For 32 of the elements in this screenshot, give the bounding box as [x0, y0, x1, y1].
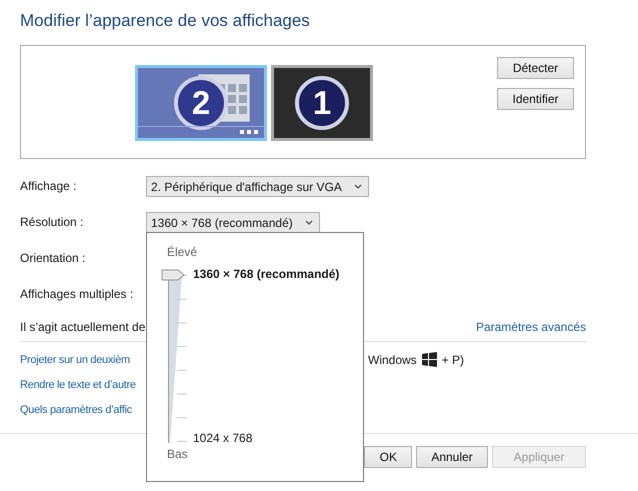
monitor-number: 2 [174, 76, 228, 130]
chevron-icon [354, 184, 362, 189]
help-link[interactable]: Quels paramètres d’affic [20, 404, 132, 416]
panel-button[interactable]: Détecter [497, 57, 574, 79]
low-label: Bas [167, 447, 189, 461]
panel-button[interactable]: Identifier [497, 88, 574, 110]
shortcut-text: + P) [442, 352, 464, 366]
dialog-button[interactable]: Annuler [416, 446, 488, 468]
shortcut-text: Windows [368, 352, 417, 366]
max-resolution: 1360 × 768 (recommandé) [193, 267, 340, 281]
monitor-tile[interactable]: 2 [135, 65, 267, 141]
help-link[interactable]: Rendre le texte et d’autre [20, 378, 136, 390]
monitor-number: 1 [295, 76, 349, 130]
monitor-tile[interactable]: 1 [271, 65, 373, 141]
setting-label: Orientation : [20, 250, 86, 265]
dropdown[interactable]: 1360 × 768 (recommandé) [146, 212, 320, 233]
help-link[interactable]: Projeter sur un deuxièm [20, 354, 130, 366]
dialog-button[interactable]: OK [364, 446, 412, 468]
setting-label: Affichages multiples : [20, 286, 134, 301]
advanced-link[interactable]: Paramètres avancés [476, 320, 586, 334]
min-resolution: 1024 x 768 [193, 431, 252, 445]
dropdown[interactable]: 2. Périphérique d'affichage sur VGA [146, 176, 369, 197]
resolution-slider[interactable] [161, 269, 187, 443]
dots-icon [240, 130, 258, 134]
setting-label: Résolution : [20, 214, 84, 229]
windows-logo-icon [422, 352, 437, 367]
high-label: Élevé [167, 245, 198, 259]
chevron-icon [304, 220, 313, 225]
status-text: Il s’agit actuellement de [20, 320, 146, 334]
setting-label: Affichage : [20, 178, 78, 193]
slider-thumb[interactable] [161, 269, 185, 281]
page-title: Modifier l’apparence de vos affichages [20, 11, 310, 31]
